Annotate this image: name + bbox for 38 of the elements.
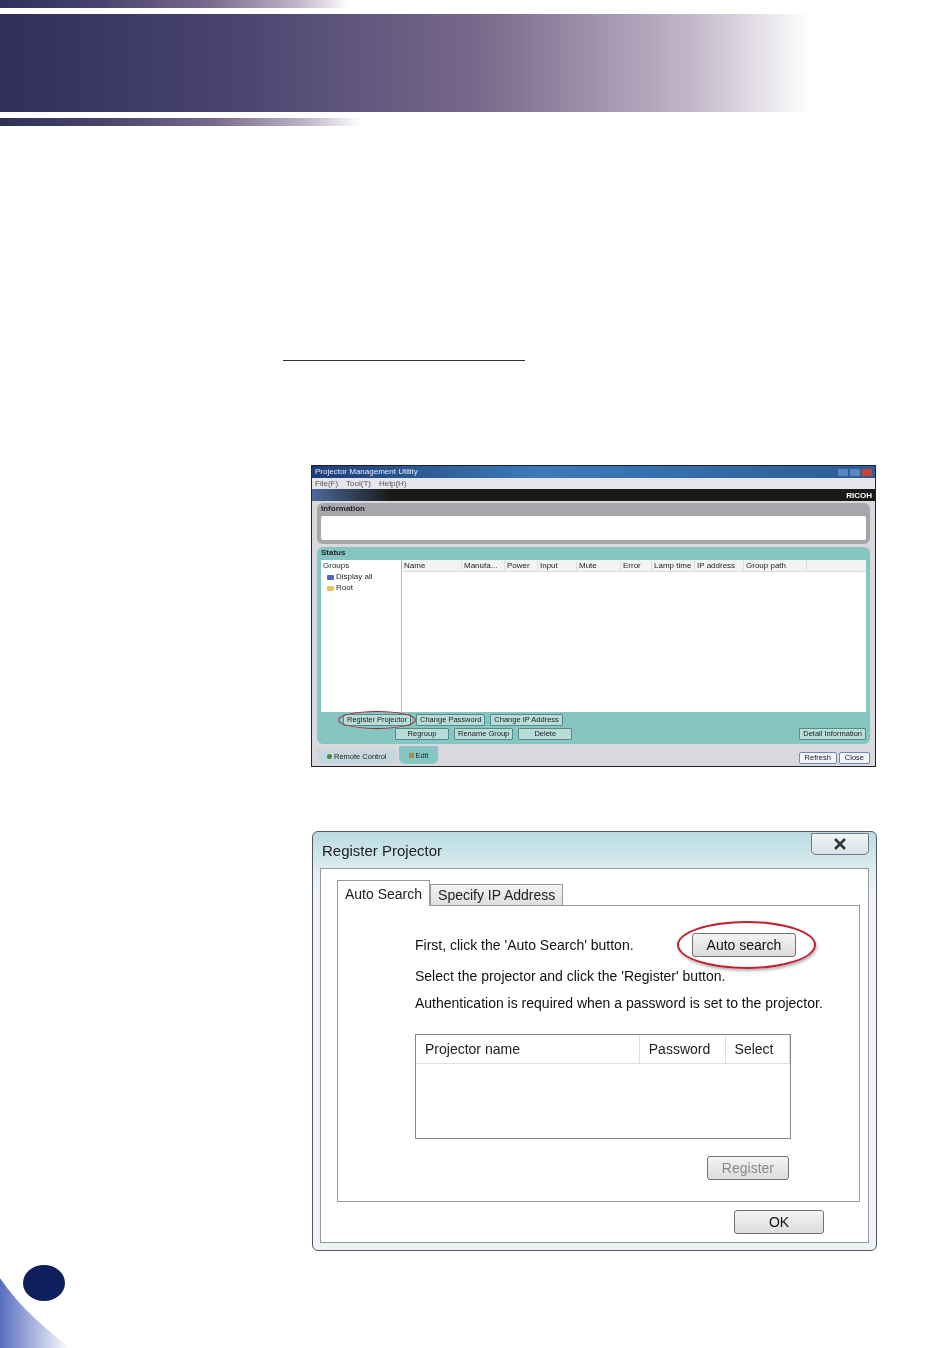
column-header: Mute bbox=[577, 561, 621, 570]
column-header: Password bbox=[639, 1035, 726, 1063]
column-header: Input bbox=[538, 561, 577, 570]
column-header: IP address bbox=[695, 561, 744, 570]
page-number-badge bbox=[23, 1265, 65, 1301]
ok-button[interactable]: OK bbox=[734, 1210, 824, 1234]
groups-header: Groups bbox=[323, 561, 351, 571]
column-header: Lamp time bbox=[652, 561, 695, 570]
column-header: Group path bbox=[744, 561, 807, 570]
column-header: Manufa... bbox=[462, 561, 505, 570]
tab[interactable]: Specify IP Address bbox=[430, 884, 564, 906]
menu-item[interactable]: Tool(T) bbox=[346, 478, 371, 489]
menu-item[interactable]: Help(H) bbox=[379, 478, 407, 489]
group-item[interactable]: Root bbox=[323, 583, 399, 593]
window-title: Projector Management Utility bbox=[315, 467, 418, 477]
column-header: Select bbox=[725, 1035, 790, 1063]
minimize-icon[interactable] bbox=[838, 468, 848, 476]
close-icon bbox=[833, 838, 847, 850]
close-icon[interactable] bbox=[862, 468, 872, 476]
tab[interactable]: Auto Search bbox=[337, 880, 431, 906]
close-button[interactable] bbox=[811, 833, 869, 855]
group-item[interactable]: Display all bbox=[323, 572, 399, 582]
panel-title: Status bbox=[321, 548, 347, 558]
folder-icon bbox=[327, 585, 334, 591]
instruction-text: First, click the 'Auto Search' button. bbox=[415, 937, 634, 953]
dialog-title: Register Projector bbox=[321, 841, 443, 859]
column-header: Projector name bbox=[416, 1035, 640, 1063]
corner-swoosh bbox=[0, 1278, 70, 1348]
panel-title: Information bbox=[321, 504, 366, 514]
maximize-icon[interactable] bbox=[850, 468, 860, 476]
column-header: Error bbox=[621, 561, 652, 570]
brand-logo: RICOH bbox=[846, 490, 872, 500]
menu-item[interactable]: File(F) bbox=[315, 478, 339, 489]
column-header: Power bbox=[505, 561, 538, 570]
instruction-text: Select the projector and click the 'Register' button. bbox=[415, 967, 726, 984]
instruction-text: Authentication is required when a password is set to the projector. bbox=[415, 994, 823, 1011]
auto-search-button[interactable]: Auto search bbox=[691, 933, 797, 957]
column-header: Name bbox=[402, 561, 462, 570]
